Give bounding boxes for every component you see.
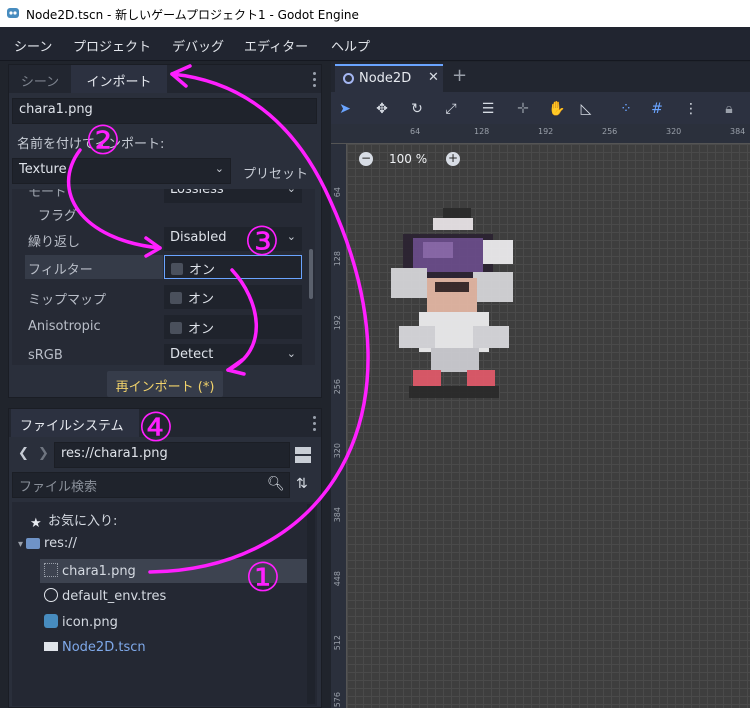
annotation-arrows	[66, 64, 370, 574]
annotation-1: ①	[245, 555, 281, 601]
annotation-2: ②	[85, 118, 121, 164]
annotation-3: ③	[244, 219, 280, 265]
annotation-4: ④	[138, 405, 174, 451]
